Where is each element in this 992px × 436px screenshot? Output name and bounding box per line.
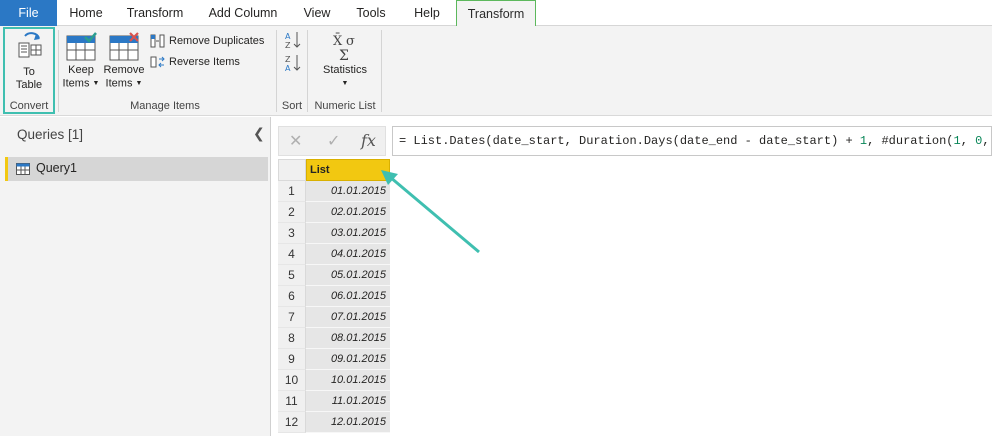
- statistics-button[interactable]: X̄ σ Σ Statistics ▼: [314, 32, 376, 90]
- tab-home[interactable]: Home: [62, 0, 110, 26]
- table-cell[interactable]: 04.01.2015: [306, 244, 390, 265]
- row-number[interactable]: 1: [278, 181, 306, 202]
- statistics-label: Statistics: [322, 64, 367, 76]
- table-cell[interactable]: 01.01.2015: [306, 181, 390, 202]
- row-number[interactable]: 10: [278, 370, 306, 391]
- remove-duplicates-label: Remove Duplicates: [169, 35, 265, 47]
- sort-descending-icon: Z A: [285, 55, 301, 73]
- table-cell[interactable]: 11.01.2015: [306, 391, 390, 412]
- reverse-items-icon: [150, 56, 165, 68]
- reverse-items-button[interactable]: Reverse Items: [150, 53, 240, 71]
- query-item[interactable]: Query1: [5, 157, 268, 181]
- sort-ascending-button[interactable]: A Z: [284, 30, 305, 50]
- table-cell[interactable]: 09.01.2015: [306, 349, 390, 370]
- row-number[interactable]: 11: [278, 391, 306, 412]
- query-item-label: Query1: [36, 161, 77, 175]
- reverse-items-label: Reverse Items: [169, 56, 240, 68]
- row-number[interactable]: 3: [278, 223, 306, 244]
- group-separator: [381, 30, 382, 112]
- fx-icon[interactable]: fx: [361, 131, 376, 150]
- svg-text:Z: Z: [285, 55, 291, 64]
- formula-controls: ✕ ✓ fx: [278, 126, 386, 156]
- grid-corner[interactable]: [278, 159, 306, 181]
- remove-items-label-line2: Items ▼: [105, 77, 143, 90]
- table-cell[interactable]: 10.01.2015: [306, 370, 390, 391]
- group-separator: [276, 30, 277, 112]
- queries-title: Queries [1]: [17, 127, 84, 142]
- table-cell[interactable]: 02.01.2015: [306, 202, 390, 223]
- row-number[interactable]: 9: [278, 349, 306, 370]
- svg-text:A: A: [285, 32, 291, 41]
- sort-ascending-icon: A Z: [285, 32, 301, 50]
- remove-items-icon: [109, 32, 139, 61]
- to-table-label-line1: To: [23, 66, 35, 78]
- remove-items-label-line1: Remove: [103, 64, 145, 76]
- group-label-manage-items: Manage Items: [130, 100, 200, 112]
- keep-items-icon: [66, 32, 97, 61]
- table-cell[interactable]: 06.01.2015: [306, 286, 390, 307]
- tab-list-transform[interactable]: Transform: [456, 0, 536, 27]
- table-cell[interactable]: 03.01.2015: [306, 223, 390, 244]
- chevron-down-icon: ▼: [341, 80, 349, 87]
- to-table-button[interactable]: To Table: [6, 30, 52, 92]
- svg-text:A: A: [285, 64, 291, 73]
- tab-transform[interactable]: Transform: [118, 0, 192, 26]
- sort-descending-button[interactable]: Z A: [284, 53, 305, 73]
- tab-file[interactable]: File: [0, 0, 57, 26]
- cancel-icon[interactable]: ✕: [289, 131, 302, 151]
- table-cell[interactable]: 08.01.2015: [306, 328, 390, 349]
- formula-bar[interactable]: = List.Dates(date_start, Duration.Days(d…: [392, 126, 992, 156]
- keep-items-label-line2: Items ▼: [62, 77, 100, 90]
- to-table-icon: [18, 32, 42, 58]
- column-header-list[interactable]: List: [306, 159, 390, 181]
- row-number[interactable]: 5: [278, 265, 306, 286]
- table-cell[interactable]: 07.01.2015: [306, 307, 390, 328]
- row-number[interactable]: 8: [278, 328, 306, 349]
- keep-items-label-line1: Keep: [68, 64, 94, 76]
- chevron-down-icon: ▼: [135, 80, 143, 87]
- row-number[interactable]: 4: [278, 244, 306, 265]
- tab-tools[interactable]: Tools: [348, 0, 394, 26]
- remove-duplicates-button[interactable]: Remove Duplicates: [150, 32, 264, 50]
- svg-text:σ: σ: [346, 34, 355, 49]
- ribbon: To Table Convert Keep Items ▼ Remove Ite…: [0, 26, 992, 116]
- remove-items-button[interactable]: Remove Items ▼: [103, 32, 145, 90]
- ribbon-tab-bar: File Home Transform Add Column View Tool…: [0, 0, 992, 27]
- group-label-sort: Sort: [281, 100, 303, 112]
- group-separator: [58, 30, 59, 112]
- to-table-label-line2: Table: [15, 79, 43, 91]
- row-number[interactable]: 7: [278, 307, 306, 328]
- svg-text:Σ: Σ: [339, 48, 349, 62]
- formula-text: = List.Dates(date_start, Duration.Days(d…: [399, 134, 990, 148]
- svg-text:X̄: X̄: [333, 33, 343, 49]
- group-label-numeric-list: Numeric List: [314, 100, 376, 112]
- table-cell[interactable]: 12.01.2015: [306, 412, 390, 433]
- table-cell[interactable]: 05.01.2015: [306, 265, 390, 286]
- check-icon[interactable]: ✓: [327, 131, 340, 151]
- tab-help[interactable]: Help: [404, 0, 450, 26]
- tab-add-column[interactable]: Add Column: [200, 0, 286, 26]
- collapse-pane-icon[interactable]: ❮: [253, 125, 265, 142]
- chevron-down-icon: ▼: [92, 80, 100, 87]
- statistics-icon: X̄ σ Σ: [333, 33, 355, 62]
- group-label-convert: Convert: [9, 100, 49, 112]
- group-separator: [307, 30, 308, 112]
- row-number[interactable]: 6: [278, 286, 306, 307]
- keep-items-button[interactable]: Keep Items ▼: [61, 32, 101, 90]
- queries-pane: Queries [1] ❮ Query1: [0, 117, 271, 436]
- tab-view[interactable]: View: [296, 0, 338, 26]
- table-icon: [16, 163, 30, 175]
- remove-duplicates-icon: [150, 34, 165, 48]
- svg-text:Z: Z: [285, 41, 291, 50]
- row-number[interactable]: 2: [278, 202, 306, 223]
- row-number[interactable]: 12: [278, 412, 306, 433]
